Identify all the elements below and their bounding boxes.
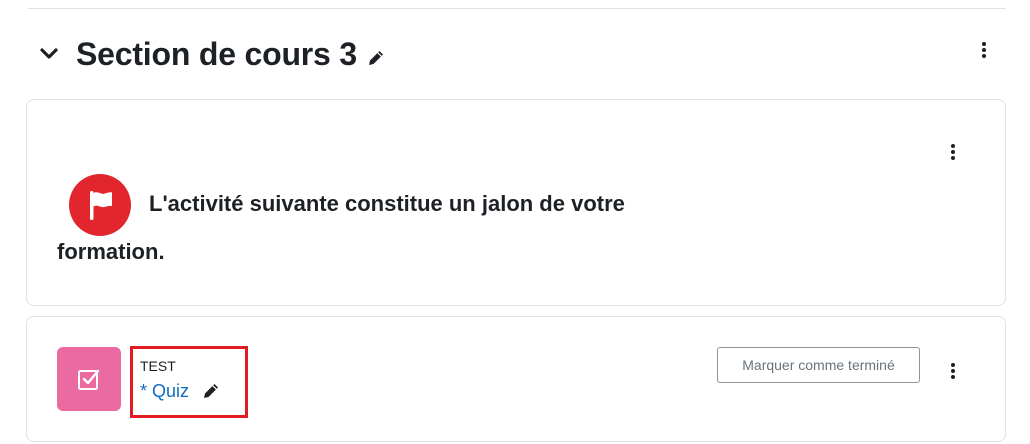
chevron-down-icon[interactable] [36,41,62,67]
mark-as-done-button[interactable]: Marquer comme terminé [717,347,920,383]
flag-icon [69,174,131,236]
quiz-checkbox-icon[interactable] [57,347,121,411]
section-menu-icon[interactable] [974,38,994,62]
pencil-icon[interactable] [201,381,221,401]
activity-name-link[interactable]: * Quiz [140,379,189,403]
top-divider [28,8,1006,9]
section-header: Section de cours 3 [28,28,1006,80]
label-text-line1: L'activité suivante constitue un jalon d… [149,191,625,216]
activity-card: TEST * Quiz Marquer comme terminé [26,316,1006,442]
label-text-line2: formation. [57,239,165,264]
activity-menu-icon[interactable] [943,359,963,383]
section-title: Section de cours 3 [76,36,357,72]
pencil-icon[interactable] [366,48,386,68]
activity-type-label: TEST [140,358,176,374]
label-card: L'activité suivante constitue un jalon d… [26,99,1006,306]
label-menu-icon[interactable] [943,140,963,164]
